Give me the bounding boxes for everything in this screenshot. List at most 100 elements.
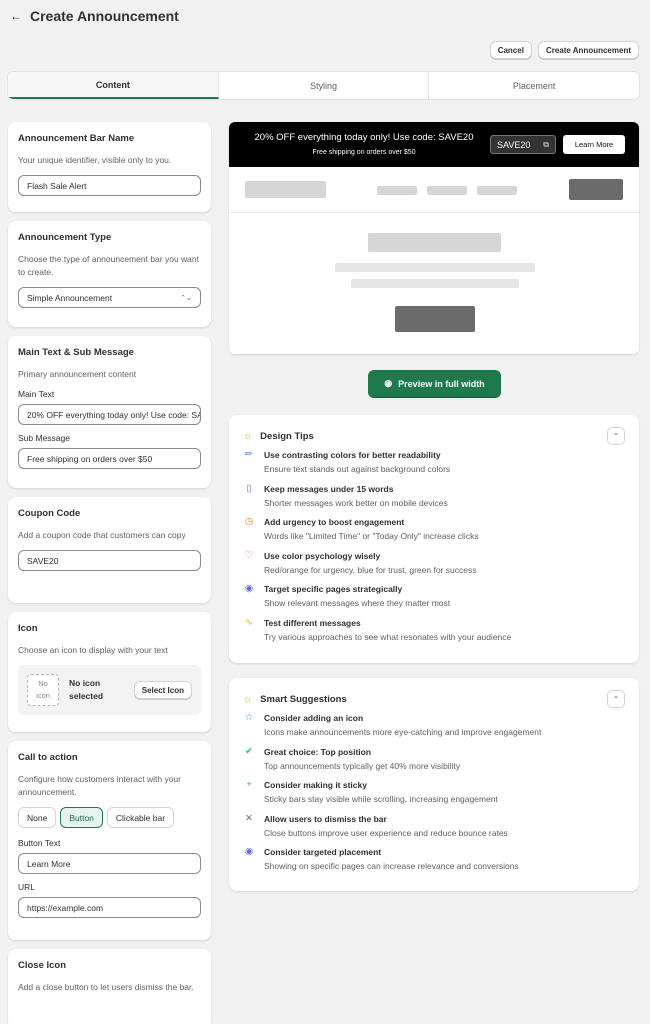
tip-title: Use contrasting colors for better readab… (264, 450, 441, 460)
tip-title: Target specific pages strategically (264, 584, 403, 594)
icon-status: No icon selected (69, 678, 104, 701)
suggestion-title: Consider targeted placement (264, 847, 382, 857)
tip-description: Shorter messages work better on mobile d… (264, 497, 448, 508)
page-title: Create Announcement (30, 8, 179, 24)
suggestion-description: Sticky bars stay visible while scrolling… (264, 794, 498, 804)
announcement-type-select[interactable]: Simple Announcement ⌃⌄ (18, 287, 201, 308)
mock-nav-link (477, 186, 517, 195)
design-tip-item: ◷ Add urgency to boost engagement Words l… (243, 516, 625, 550)
bar-name-input[interactable]: Flash Sale Alert (18, 175, 201, 196)
sub-message-label: Sub Message (18, 433, 70, 443)
heart-icon: ♡ (244, 549, 254, 561)
tab-content[interactable]: Content (8, 72, 219, 99)
card-title: Call to action (18, 752, 78, 763)
card-title: Icon (18, 623, 38, 634)
card-title: Coupon Code (18, 508, 81, 519)
cancel-button[interactable]: Cancel (489, 41, 532, 59)
tip-title: Test different messages (264, 617, 361, 628)
x-icon: ✕ (245, 812, 253, 824)
card-title: Announcement Type (18, 232, 112, 243)
mobile-icon: ▯ (246, 482, 252, 494)
card-description: Primary announcement content (18, 369, 137, 379)
preview-cta-button[interactable]: Learn More (563, 135, 625, 154)
suggestion-item: ◉ Consider targeted placement Showing on … (243, 846, 625, 880)
url-input[interactable]: https://example.com (18, 897, 201, 918)
settings-column: Announcement Bar Name Your unique identi… (8, 122, 211, 1024)
cta-option-none[interactable]: None (18, 807, 57, 828)
tip-title: Use color psychology wisely (264, 550, 381, 561)
suggestion-item: ☆ Consider adding an icon Icons make anno… (243, 712, 625, 746)
suggestion-item: ✔ Great choice: Top position Top announce… (243, 746, 625, 780)
suggestion-description: Top announcements typically get 40% more… (264, 760, 461, 771)
url-label: URL (18, 882, 36, 892)
location-pin-icon: ◉ (244, 583, 254, 594)
copy-icon: ⧉ (543, 139, 549, 149)
pencil-icon: ✏ (245, 449, 253, 460)
design-tips-title: Design Tips (260, 430, 314, 442)
collapse-button[interactable]: ⌃ (607, 690, 625, 708)
card-description: Configure how customers interact with yo… (18, 774, 181, 797)
lightbulb-icon: ☼ (243, 693, 253, 705)
select-icon-button[interactable]: Select Icon (133, 681, 192, 699)
smart-suggestions-title: Smart Suggestions (260, 693, 347, 705)
preview-main-text: 20% OFF everything today only! Use code:… (254, 132, 474, 143)
mock-hero-line (351, 279, 519, 288)
lightbulb-icon: ☼ (243, 430, 253, 442)
activity-icon: ∿ (245, 616, 253, 628)
chevron-up-icon: ⌃ (612, 431, 620, 441)
sub-message-input[interactable]: Free shipping on orders over $50 (18, 448, 201, 469)
tab-bar: Content Styling Placement (7, 71, 640, 100)
announcement-preview: 20% OFF everything today only! Use code:… (229, 122, 639, 354)
select-value: Simple Announcement (27, 292, 113, 303)
announcement-type-card: Announcement Type Choose the type of ann… (8, 221, 211, 327)
suggestion-description: Close buttons improve user experience an… (264, 827, 508, 838)
card-description: Choose the type of announcement bar you … (18, 254, 199, 277)
tab-placement[interactable]: Placement (429, 72, 639, 99)
main-text-label: Main Text (18, 389, 55, 399)
mock-nav-link (377, 186, 417, 195)
card-description: Add a close button to let users dismiss … (18, 982, 194, 992)
mock-site-nav (229, 167, 639, 213)
mock-hero-title (368, 233, 501, 252)
mock-hero-line (335, 263, 535, 272)
create-announcement-button[interactable]: Create Announcement (537, 41, 639, 59)
tab-styling[interactable]: Styling (219, 72, 430, 99)
card-description: Your unique identifier, visible only to … (18, 155, 172, 165)
icon-card: Icon Choose an icon to display with your… (8, 612, 211, 732)
preview-full-width-button[interactable]: ◉ Preview in full width (368, 370, 501, 397)
tip-title: Keep messages under 15 words (264, 483, 394, 494)
coupon-code-card: Coupon Code Add a coupon code that custo… (8, 497, 211, 603)
tip-description: Try various approaches to see what reson… (264, 631, 512, 642)
design-tip-item: ▯ Keep messages under 15 words Shorter me… (243, 483, 625, 517)
main-text-input[interactable]: 20% OFF everything today only! Use code:… (18, 404, 201, 425)
bar-name-card: Announcement Bar Name Your unique identi… (8, 122, 211, 212)
clock-icon: ◷ (244, 516, 254, 527)
back-arrow-icon[interactable]: ← (10, 9, 22, 23)
close-icon-card: Close Icon Add a close button to let use… (8, 949, 211, 1024)
announcement-bar-preview: 20% OFF everything today only! Use code:… (229, 122, 639, 167)
card-title: Close Icon (18, 960, 67, 971)
location-pin-icon: ◉ (244, 846, 254, 857)
design-tips-card: ☼ Design Tips ⌃ ✏ Use contrasting colors… (229, 415, 639, 663)
button-text-input[interactable]: Learn More (18, 853, 201, 874)
cta-option-button[interactable]: Button (60, 807, 103, 828)
star-icon: ☆ (244, 712, 254, 723)
mock-nav-button (569, 179, 623, 200)
cta-option-clickable-bar[interactable]: Clickable bar (106, 807, 175, 828)
tip-description: Red/orange for urgency, blue for trust, … (264, 564, 477, 575)
tip-description: Show relevant messages where they matter… (264, 598, 451, 608)
icon-placeholder: No icon (27, 674, 59, 706)
smart-suggestions-header: ☼ Smart Suggestions ⌃ (243, 690, 625, 708)
suggestion-description: Icons make announcements more eye-catchi… (264, 727, 542, 737)
suggestion-title: Consider adding an icon (264, 713, 364, 723)
design-tips-header: ☼ Design Tips ⌃ (243, 427, 625, 445)
coupon-code-input[interactable]: SAVE20 (18, 550, 201, 571)
card-description: Choose an icon to display with your text (18, 645, 168, 655)
preview-full-width-label: Preview in full width (398, 378, 485, 389)
design-tip-item: ◉ Target specific pages strategically Sho… (243, 583, 625, 617)
collapse-button[interactable]: ⌃ (607, 427, 625, 445)
preview-coupon[interactable]: SAVE20 ⧉ (490, 135, 556, 154)
icon-picker: No icon No icon selected Select Icon (18, 665, 201, 715)
preview-coupon-code: SAVE20 (497, 139, 531, 150)
page-header: ← Create Announcement (10, 8, 179, 24)
